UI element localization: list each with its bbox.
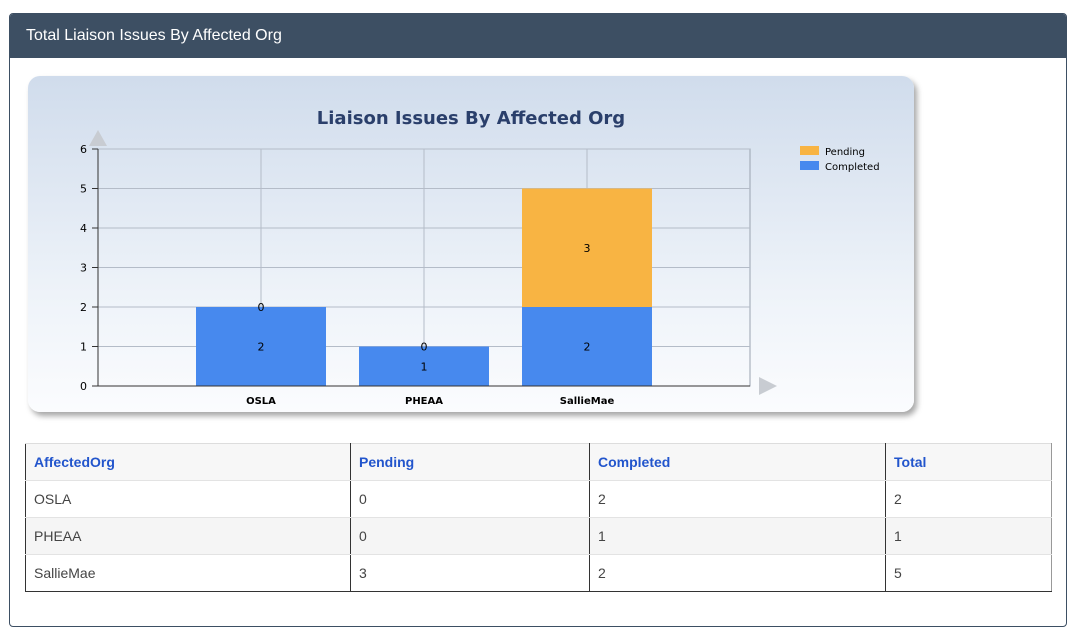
table-cell: 0	[350, 517, 590, 555]
chart-container: Liaison Issues By Affected Org 0 1 2 3 4 5 6 2 0 O…	[28, 76, 914, 412]
table-cell: 2	[885, 480, 1052, 518]
y-tick-label: 6	[80, 143, 87, 156]
data-label: 0	[258, 301, 265, 314]
data-label: 0	[421, 341, 428, 354]
x-axis-arrow	[759, 377, 777, 395]
bar-chart: Liaison Issues By Affected Org 0 1 2 3 4 5 6 2 0 O…	[80, 108, 880, 407]
table-cell: 2	[589, 480, 886, 518]
data-label: 2	[258, 341, 265, 354]
legend-swatch-pending	[800, 146, 819, 155]
y-tick-label: 2	[80, 301, 87, 314]
table-cell: SallieMae	[25, 554, 351, 592]
y-axis-arrow	[89, 130, 107, 146]
chart-title: Liaison Issues By Affected Org	[317, 108, 625, 129]
table-header-row: AffectedOrg Pending Completed Total	[25, 443, 1052, 481]
x-tick-label: OSLA	[246, 396, 276, 407]
y-tick-label: 3	[80, 262, 87, 275]
column-header-affectedorg[interactable]: AffectedOrg	[25, 443, 351, 481]
table-cell: 1	[589, 517, 886, 555]
table-row: SallieMae 3 2 5	[25, 554, 1052, 592]
table-cell: 2	[589, 554, 886, 592]
table-cell: 5	[885, 554, 1052, 592]
data-label: 3	[584, 242, 591, 255]
y-tick-label: 1	[80, 341, 87, 354]
data-label: 2	[584, 341, 591, 354]
legend-label-completed: Completed	[825, 162, 880, 173]
report-panel: Total Liaison Issues By Affected Org Lia…	[9, 13, 1067, 627]
table-row: PHEAA 0 1 1	[25, 517, 1052, 555]
data-table: AffectedOrg Pending Completed Total OSLA…	[25, 443, 1052, 592]
column-header-completed[interactable]: Completed	[589, 443, 886, 481]
x-tick-label: SallieMae	[560, 396, 615, 407]
table-cell: PHEAA	[25, 517, 351, 555]
data-label: 1	[421, 360, 428, 373]
table-cell: 3	[350, 554, 590, 592]
table-cell: OSLA	[25, 480, 351, 518]
column-header-total[interactable]: Total	[885, 443, 1052, 481]
column-header-pending[interactable]: Pending	[350, 443, 590, 481]
x-tick-label: PHEAA	[405, 396, 443, 407]
table-row: OSLA 0 2 2	[25, 480, 1052, 518]
table-cell: 0	[350, 480, 590, 518]
table-cell: 1	[885, 517, 1052, 555]
y-tick-label: 5	[80, 183, 87, 196]
legend-swatch-completed	[800, 161, 819, 170]
y-tick-label: 4	[80, 222, 87, 235]
legend-label-pending: Pending	[825, 147, 865, 158]
panel-title: Total Liaison Issues By Affected Org	[10, 14, 1066, 58]
y-tick-label: 0	[80, 380, 87, 393]
